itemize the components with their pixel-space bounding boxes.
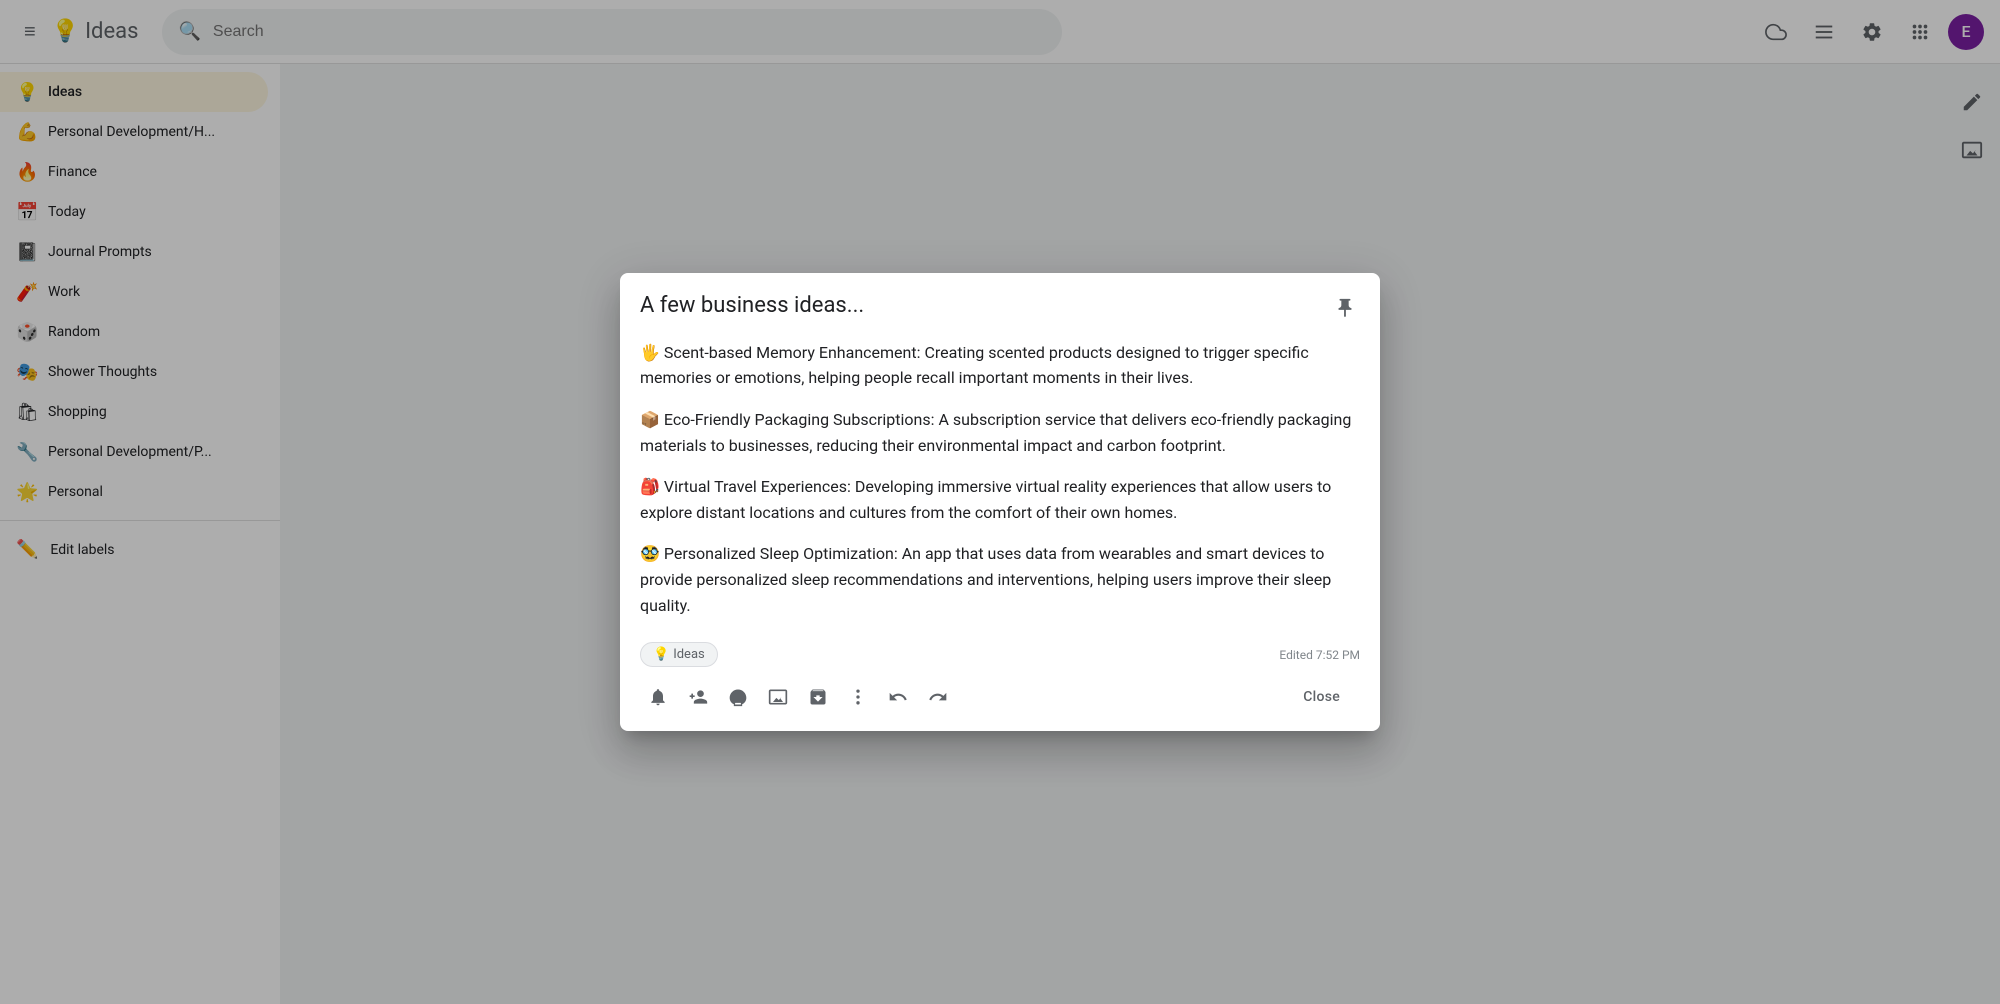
- undo-btn[interactable]: [880, 679, 916, 715]
- tag-label: Ideas: [673, 647, 705, 662]
- note-paragraph: 📦 Eco-Friendly Packaging Subscriptions: …: [640, 407, 1360, 458]
- note-modal-header: A few business ideas...: [620, 273, 1380, 336]
- note-actions-bar: Close: [632, 675, 1368, 719]
- note-tag[interactable]: 💡 Ideas: [640, 642, 718, 667]
- note-modal-footer: 💡 Ideas Edited 7:52 PM: [620, 634, 1380, 731]
- collaborator-btn[interactable]: [680, 679, 716, 715]
- modal-overlay[interactable]: A few business ideas... 🖐 Scent-based Me…: [0, 0, 2000, 1004]
- color-btn[interactable]: [720, 679, 756, 715]
- add-image-btn[interactable]: [760, 679, 796, 715]
- note-paragraph: 🥸 Personalized Sleep Optimization: An ap…: [640, 541, 1360, 618]
- reminder-btn[interactable]: [640, 679, 676, 715]
- archive-btn[interactable]: [800, 679, 836, 715]
- note-paragraph: 🖐 Scent-based Memory Enhancement: Creati…: [640, 340, 1360, 391]
- note-modal: A few business ideas... 🖐 Scent-based Me…: [620, 273, 1380, 731]
- more-btn[interactable]: [840, 679, 876, 715]
- note-paragraph: 🎒 Virtual Travel Experiences: Developing…: [640, 474, 1360, 525]
- close-btn[interactable]: Close: [1283, 681, 1360, 713]
- note-tags-row: 💡 Ideas Edited 7:52 PM: [632, 642, 1368, 667]
- note-pin-btn[interactable]: [1330, 293, 1360, 328]
- note-edited-time: Edited 7:52 PM: [1279, 648, 1360, 662]
- note-modal-title: A few business ideas...: [640, 293, 1330, 318]
- tag-icon: 💡: [653, 647, 669, 662]
- redo-btn[interactable]: [920, 679, 956, 715]
- note-modal-body: 🖐 Scent-based Memory Enhancement: Creati…: [620, 336, 1380, 634]
